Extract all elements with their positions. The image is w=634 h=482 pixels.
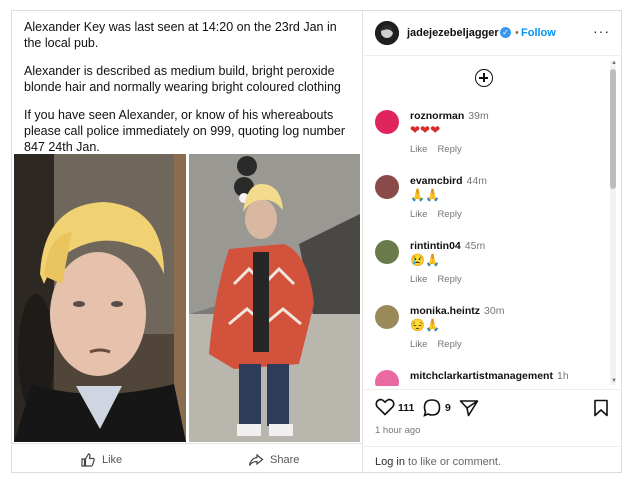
comments-count: 9 (445, 402, 451, 414)
bookmark-icon (594, 399, 608, 417)
comment-username[interactable]: rintintin04 (410, 240, 461, 252)
comment-item: mitchclarkartistmanagement 1h (375, 370, 605, 386)
cctv-photo (189, 154, 360, 442)
comments-scrollbar[interactable] (610, 61, 616, 385)
save-button[interactable] (593, 399, 609, 422)
login-bar: Log in to like or comment. (363, 446, 622, 476)
scroll-up-icon[interactable]: ▲ (611, 60, 617, 66)
post-card: Alexander Key was last seen at 14:20 on … (11, 10, 622, 473)
comment-bubble-icon (423, 399, 441, 417)
comment-time: 44m (466, 175, 487, 187)
comment-user[interactable]: monika.heintz 30m (410, 305, 504, 317)
comment-like-button[interactable]: Like (410, 144, 427, 155)
comment-like-button[interactable]: Like (410, 274, 427, 285)
like-label: Like (102, 454, 123, 466)
post-timestamp: 1 hour ago (375, 425, 421, 436)
scroll-down-icon[interactable]: ▼ (611, 378, 617, 384)
username[interactable]: jadejezebeljagger (407, 27, 499, 39)
comment-button[interactable] (422, 398, 442, 423)
engagement-bar: 111 9 1 hour ago Log in to like or comme… (363, 389, 622, 475)
comment-text: 🙏🙏 (410, 188, 440, 202)
selfie-photo (14, 154, 186, 442)
comment-username[interactable]: monika.heintz (410, 305, 480, 317)
heart-button[interactable] (375, 398, 395, 421)
comment-like-button[interactable]: Like (410, 209, 427, 220)
comment-actions: Like Reply (410, 274, 472, 285)
verified-badge-icon: ✓ (500, 27, 511, 38)
comment-text: 😢🙏 (410, 253, 440, 267)
post-actions: Like Share (12, 443, 362, 474)
thumbs-up-icon (81, 453, 95, 467)
follow-button[interactable]: Follow (521, 27, 556, 39)
post-content: Alexander Key was last seen at 14:20 on … (12, 11, 362, 472)
share-label: Share (270, 454, 300, 466)
comment-like-button[interactable]: Like (410, 339, 427, 350)
share-button[interactable]: Share (248, 452, 299, 468)
heart-icon (375, 398, 395, 416)
avatar[interactable] (375, 21, 399, 45)
comments-panel: jadejezebeljagger ✓ • Follow ··· roznorm… (363, 11, 622, 472)
comment-text: ❤❤❤ (410, 123, 441, 137)
comment-user[interactable]: mitchclarkartistmanagement 1h (410, 370, 569, 382)
comment-actions: Like Reply (410, 339, 472, 350)
post-paragraph: Alexander is described as medium build, … (24, 64, 341, 94)
comment-user[interactable]: roznorman 39m (410, 110, 489, 122)
avatar[interactable] (375, 110, 399, 134)
add-icon[interactable] (475, 69, 493, 87)
login-link[interactable]: Log in (375, 456, 405, 468)
post-header: jadejezebeljagger ✓ • Follow ··· (363, 11, 622, 56)
comment-user[interactable]: evamcbird 44m (410, 175, 487, 187)
comment-reply-button[interactable]: Reply (437, 209, 461, 220)
comment-time: 30m (484, 305, 505, 317)
login-suffix: to like or comment. (404, 456, 501, 468)
comment-actions: Like Reply (410, 144, 472, 155)
comment-time: 45m (464, 240, 486, 252)
post-paragraph: If you have seen Alexander, or know of h… (24, 108, 346, 154)
avatar[interactable] (375, 175, 399, 199)
comment-user[interactable]: rintintin04 45m (410, 240, 485, 252)
avatar[interactable] (375, 305, 399, 329)
avatar[interactable] (375, 240, 399, 264)
comment-actions: Like Reply (410, 209, 472, 220)
comment-time: 39m (468, 110, 489, 122)
avatar[interactable] (375, 370, 399, 386)
send-button[interactable] (459, 399, 479, 422)
likes-count: 111 (398, 402, 415, 414)
comment-username[interactable]: evamcbird (410, 175, 463, 187)
comment-reply-button[interactable]: Reply (437, 339, 461, 350)
comment-reply-button[interactable]: Reply (437, 144, 461, 155)
post-text: Alexander Key was last seen at 14:20 on … (24, 19, 354, 167)
comment-username[interactable]: mitchclarkartistmanagement (410, 370, 553, 382)
more-options-icon[interactable]: ··· (593, 23, 610, 39)
send-icon (459, 400, 479, 417)
scrollbar-thumb[interactable] (610, 69, 616, 189)
login-prompt: Log in to like or comment. (375, 456, 501, 468)
comment-time: 1h (556, 370, 569, 382)
share-icon (248, 453, 264, 466)
comment-username[interactable]: roznorman (410, 110, 464, 122)
comment-text: 😔🙏 (410, 318, 440, 332)
post-paragraph: Alexander Key was last seen at 14:20 on … (24, 20, 337, 50)
like-button[interactable]: Like (80, 452, 122, 468)
comment-reply-button[interactable]: Reply (437, 274, 461, 285)
separator-dot: • (515, 27, 519, 39)
